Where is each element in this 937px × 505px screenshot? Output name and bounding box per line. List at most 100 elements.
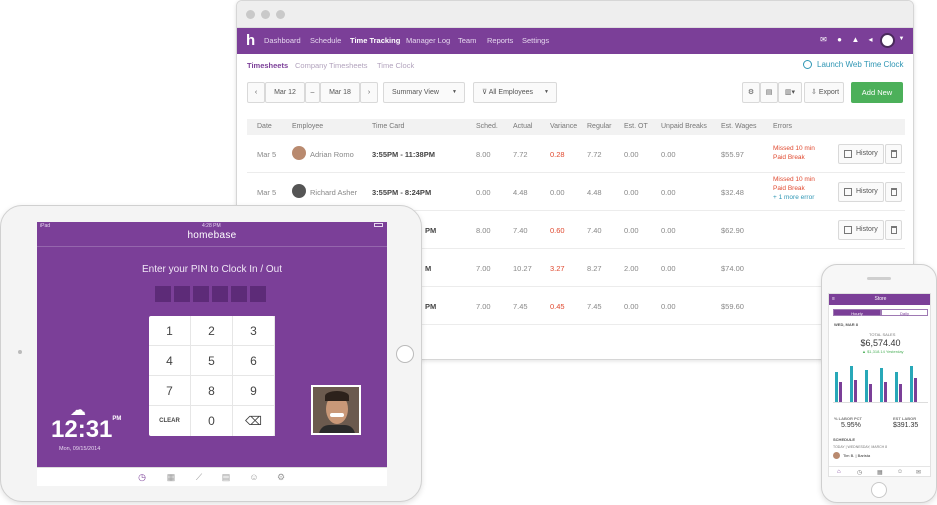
- row-time-card[interactable]: PM: [425, 302, 436, 311]
- col-est-wages[interactable]: Est. Wages: [721, 123, 757, 130]
- key-4[interactable]: 4: [149, 346, 191, 376]
- tablet-home-button[interactable]: [396, 345, 414, 363]
- user-avatar[interactable]: [880, 33, 895, 48]
- timeclock-icon[interactable]: ◷: [137, 472, 147, 482]
- chart-icon[interactable]: ⟋: [194, 472, 204, 482]
- history-button[interactable]: History: [838, 182, 884, 202]
- history-button[interactable]: History: [838, 220, 884, 240]
- prev-week-button[interactable]: ‹: [247, 82, 265, 103]
- history-button[interactable]: History: [838, 144, 884, 164]
- mail-icon[interactable]: ✉: [819, 35, 828, 44]
- col-employee[interactable]: Employee: [292, 123, 323, 130]
- tab-timesheets[interactable]: Timesheets: [247, 61, 288, 70]
- key-5[interactable]: 5: [191, 346, 233, 376]
- launch-web-time-clock-link[interactable]: Launch Web Time Clock: [817, 60, 904, 69]
- key-clear[interactable]: CLEAR: [149, 406, 191, 436]
- edit-icon: [844, 150, 852, 158]
- columns-button[interactable]: ▥▾: [778, 82, 802, 103]
- col-errors[interactable]: Errors: [773, 123, 792, 130]
- table-header: Date Employee Time Card Sched. Actual Va…: [247, 119, 905, 135]
- col-actual[interactable]: Actual: [513, 123, 532, 130]
- next-week-button[interactable]: ›: [360, 82, 378, 103]
- key-6[interactable]: 6: [233, 346, 275, 376]
- key-7[interactable]: 7: [149, 376, 191, 406]
- tab-time-clock[interactable]: Time Clock: [377, 61, 414, 70]
- key-8[interactable]: 8: [191, 376, 233, 406]
- bar-labor: [899, 384, 902, 402]
- bell-icon[interactable]: ▲: [851, 35, 860, 44]
- row-variance: 0.00: [550, 188, 565, 197]
- col-date[interactable]: Date: [257, 123, 272, 130]
- nav-manager-log[interactable]: Manager Log: [406, 36, 450, 45]
- delete-button[interactable]: [885, 220, 902, 240]
- history-label: History: [856, 150, 878, 157]
- megaphone-icon[interactable]: ◂: [866, 35, 875, 44]
- homebase-logo[interactable]: h: [246, 32, 255, 49]
- calendar-icon[interactable]: ▦: [166, 472, 176, 482]
- row-variance: 3.27: [550, 264, 565, 273]
- row-regular: 4.48: [587, 188, 602, 197]
- menu-icon[interactable]: ≡: [832, 294, 835, 305]
- date-from-field[interactable]: Mar 12: [265, 82, 305, 103]
- row-est-ot: 0.00: [624, 226, 639, 235]
- key-9[interactable]: 9: [233, 376, 275, 406]
- col-unpaid-breaks[interactable]: Unpaid Breaks: [661, 123, 707, 130]
- view-select[interactable]: Summary View ▼: [383, 82, 465, 103]
- row-employee[interactable]: Adrian Romo: [310, 150, 354, 159]
- home-icon[interactable]: ⌂: [837, 469, 841, 475]
- edit-icon: [844, 188, 852, 196]
- row-est-ot: 0.00: [624, 302, 639, 311]
- key-1[interactable]: 1: [149, 316, 191, 346]
- export-button[interactable]: ⇩ Export: [804, 82, 844, 103]
- clock-icon[interactable]: ◷: [857, 469, 862, 476]
- row-time-card[interactable]: 3:55PM - 8:24PM: [372, 188, 431, 197]
- nav-schedule[interactable]: Schedule: [310, 36, 341, 45]
- print-button[interactable]: ▤: [760, 82, 778, 103]
- chevron-down-icon[interactable]: ▼: [897, 35, 906, 44]
- row-time-card[interactable]: M: [425, 264, 431, 273]
- row-time-card[interactable]: 3:55PM - 11:38PM: [372, 150, 435, 159]
- team-icon[interactable]: ☺: [897, 469, 903, 475]
- settings-gear-button[interactable]: ⚙: [742, 82, 760, 103]
- delete-button[interactable]: [885, 144, 902, 164]
- maximize-window-dot[interactable]: [276, 10, 285, 19]
- chat-icon[interactable]: ●: [835, 35, 844, 44]
- tab-daily[interactable]: Daily: [881, 309, 928, 316]
- tab-hourly[interactable]: Hourly: [833, 309, 881, 316]
- col-sched[interactable]: Sched.: [476, 123, 498, 130]
- delete-button[interactable]: [885, 182, 902, 202]
- tab-company-timesheets[interactable]: Company Timesheets: [295, 61, 368, 70]
- key-2[interactable]: 2: [191, 316, 233, 346]
- nav-reports[interactable]: Reports: [487, 36, 513, 45]
- close-window-dot[interactable]: [246, 10, 255, 19]
- minimize-window-dot[interactable]: [261, 10, 270, 19]
- shift-name[interactable]: Tim B. | Barista: [843, 453, 870, 458]
- key-3[interactable]: 3: [233, 316, 275, 346]
- nav-settings[interactable]: Settings: [522, 36, 549, 45]
- key-0[interactable]: 0: [191, 406, 233, 436]
- row-time-card[interactable]: PM: [425, 226, 436, 235]
- document-icon[interactable]: ▤: [221, 472, 231, 482]
- nav-time-tracking[interactable]: Time Tracking: [350, 36, 400, 45]
- add-new-button[interactable]: Add New: [851, 82, 903, 103]
- backspace-key[interactable]: ⌫: [233, 406, 275, 436]
- col-regular[interactable]: Regular: [587, 123, 612, 130]
- row-employee[interactable]: Richard Asher: [310, 188, 357, 197]
- col-time-card[interactable]: Time Card: [372, 123, 404, 130]
- clock-date: Mon, 09/15/2014: [59, 446, 101, 452]
- col-variance[interactable]: Variance: [550, 123, 577, 130]
- nav-team[interactable]: Team: [458, 36, 476, 45]
- employee-filter-select[interactable]: ⊽ All Employees ▼: [473, 82, 557, 103]
- gear-icon[interactable]: ⚙: [276, 472, 286, 482]
- browser-chrome: [237, 1, 913, 28]
- more-errors-link[interactable]: + 1 more error: [773, 194, 814, 201]
- calendar-icon[interactable]: ▦: [877, 469, 883, 476]
- user-icon[interactable]: ☺: [249, 472, 259, 482]
- messages-icon[interactable]: ✉: [916, 469, 921, 476]
- phone-home-button[interactable]: [871, 482, 887, 498]
- row-unpaid-breaks: 0.00: [661, 264, 676, 273]
- table-row[interactable]: Mar 5 Adrian Romo 3:55PM - 11:38PM 8.00 …: [247, 135, 905, 173]
- col-est-ot[interactable]: Est. OT: [624, 123, 648, 130]
- date-to-field[interactable]: Mar 18: [320, 82, 360, 103]
- nav-dashboard[interactable]: Dashboard: [264, 36, 301, 45]
